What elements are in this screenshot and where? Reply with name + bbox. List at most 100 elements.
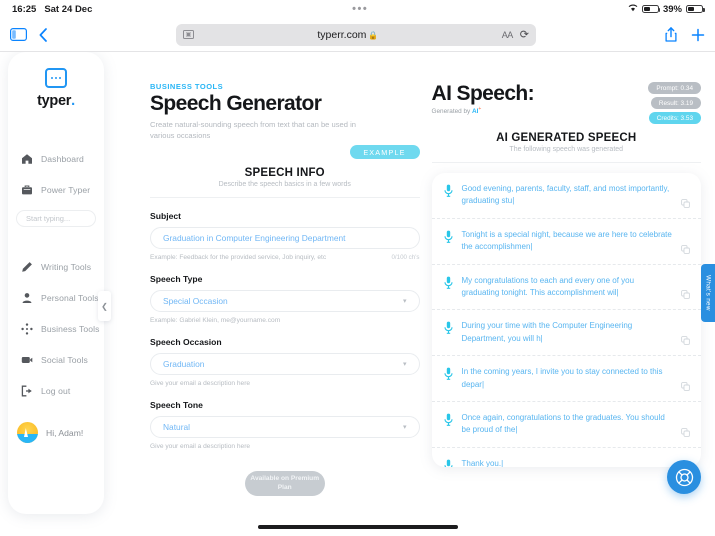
sidebar-item-writing-tools[interactable]: Writing Tools	[8, 251, 104, 282]
url-text: typerr.com 🔒	[317, 28, 379, 41]
list-item[interactable]: My congratulations to each and every one…	[431, 265, 701, 311]
generated-by-label: Generated by AI+	[431, 106, 482, 116]
field-hint-row: Give your email a description here	[150, 443, 420, 450]
sidebar-item-power-typer[interactable]: Power Typer	[8, 174, 104, 205]
sidebar-item-label: Writing Tools	[41, 261, 92, 272]
sidebar-item-business-tools[interactable]: Business Tools	[8, 313, 104, 344]
speech-results-card: Good evening, parents, faculty, staff, a…	[431, 173, 702, 467]
status-badge: Prompt: 0.34	[648, 82, 701, 94]
copy-icon[interactable]	[681, 244, 690, 254]
list-item[interactable]: Tonight is a special night, because we a…	[431, 219, 701, 265]
back-button[interactable]	[39, 27, 47, 42]
sidebar-search-input[interactable]: Start typing...	[16, 210, 96, 227]
sidebar-item-label: Social Tools	[41, 354, 88, 365]
copy-icon[interactable]	[681, 198, 690, 208]
speech-line: Good evening, parents, faculty, staff, a…	[461, 184, 670, 206]
field-label: Speech Type	[150, 274, 203, 285]
chevron-left-icon: ❮	[101, 301, 108, 311]
user-greeting: Hi, Adam!	[46, 427, 84, 438]
microphone-icon	[443, 276, 453, 289]
field-hint-row: Example: Gabriel Klein, me@yourname.com	[150, 317, 420, 324]
speech-line: In the coming years, I invite you to sta…	[461, 367, 663, 389]
list-item[interactable]: Thank you.|	[432, 448, 702, 467]
briefcase-icon	[21, 184, 33, 196]
ai-generated-header: AI GENERATED SPEECH The following speech…	[432, 132, 702, 153]
sidebar-item-dashboard[interactable]: Dashboard	[8, 143, 104, 174]
field-subject: Subject Graduation in Computer Engineeri…	[150, 211, 420, 261]
microphone-icon	[443, 184, 453, 197]
help-button[interactable]	[667, 460, 701, 494]
copy-icon[interactable]	[681, 336, 690, 345]
section-subtitle: The following speech was generated	[509, 146, 624, 153]
usage-badges: Prompt: 0.34 Result: 3.19 Credits: 3.53	[648, 82, 701, 124]
new-tab-icon[interactable]	[691, 28, 705, 42]
avatar	[17, 422, 38, 443]
subject-input[interactable]: Graduation in Computer Engineering Depar…	[150, 227, 420, 250]
sidebar-item-label: Log out	[41, 385, 71, 396]
status-center-dots: •••	[352, 3, 369, 15]
speech-tone-select[interactable]: Natural ▾	[150, 416, 420, 439]
breadcrumb: BUSINESS TOOLS	[150, 82, 224, 91]
speech-type-select[interactable]: Special Occasion ▾	[150, 290, 420, 313]
section-title: SPEECH INFO	[244, 167, 325, 180]
status-badge: Result: 3.19	[650, 97, 701, 109]
copy-icon[interactable]	[681, 290, 690, 300]
sidebar-item-label: Dashboard	[41, 153, 84, 164]
example-button[interactable]: EXAMPLE	[349, 145, 420, 160]
logo-mark-icon	[45, 68, 67, 88]
list-item[interactable]: Good evening, parents, faculty, staff, a…	[431, 173, 701, 219]
list-item[interactable]: Once again, congratulations to the gradu…	[431, 402, 701, 448]
home-indicator	[257, 525, 458, 529]
field-hint: Give your email a description here	[150, 380, 251, 388]
field-hint-row: Give your email a description here	[150, 380, 420, 387]
sidebar-item-personal-tools[interactable]: Personal Tools	[8, 282, 104, 313]
app-logo[interactable]: typer.	[8, 68, 104, 109]
input-value: Graduation in Computer Engineering Depar…	[163, 233, 346, 244]
chevron-down-icon: ▾	[402, 298, 407, 306]
field-label: Subject	[150, 211, 182, 222]
list-item[interactable]: In the coming years, I invite you to sta…	[431, 356, 701, 402]
copy-icon[interactable]	[681, 427, 690, 437]
chevron-down-icon: ▾	[402, 424, 407, 432]
person-icon	[21, 292, 33, 304]
section-subtitle: Describe the speech basics in a few word…	[218, 181, 351, 189]
field-hint: Example: Gabriel Klein, me@yourname.com	[150, 317, 281, 325]
network-icon	[21, 322, 33, 335]
sidebar-search-placeholder: Start typing...	[26, 214, 71, 223]
battery-percent: 39%	[662, 3, 682, 15]
sidebar-item-social-tools[interactable]: Social Tools	[8, 344, 104, 375]
text-size-button[interactable]: AA	[502, 30, 514, 40]
wifi-icon	[628, 4, 638, 14]
main-content: BUSINESS TOOLS Speech Generator Create n…	[112, 52, 715, 536]
address-bar[interactable]: ▣ typerr.com 🔒 AA ⟳	[176, 23, 536, 46]
share-icon[interactable]	[665, 27, 677, 42]
ai-speech-header: AI Speech: Generated by AI+ Prompt: 0.34…	[432, 82, 701, 124]
battery-icon-2	[686, 4, 705, 14]
field-speech-tone: Speech Tone Natural ▾ Give your email a …	[150, 400, 420, 450]
video-icon	[21, 354, 33, 366]
reload-icon[interactable]: ⟳	[520, 28, 529, 41]
lock-icon: 🔒	[368, 30, 379, 40]
field-speech-type: Speech Type Special Occasion ▾ Example: …	[150, 274, 420, 324]
sidebar-toggle-icon[interactable]	[10, 28, 27, 41]
content-blocker-icon[interactable]: ▣	[183, 30, 194, 39]
microphone-icon	[443, 321, 453, 335]
sidebar-collapse-button[interactable]: ❮	[98, 291, 111, 321]
speech-line: Tonight is a special night, because we a…	[461, 229, 672, 252]
whats-new-tab[interactable]: What's new	[701, 264, 715, 322]
ai-speech-title: AI Speech:	[431, 82, 535, 105]
field-hint: Give your email a description here	[150, 443, 251, 451]
sidebar-item-log-out[interactable]: Log out	[8, 375, 104, 406]
status-left: 16:25 Sat 24 Dec	[12, 4, 92, 15]
generate-button[interactable]: Available on Premium Plan	[244, 471, 325, 497]
ai-speech-title-block: AI Speech: Generated by AI+	[432, 82, 535, 115]
logout-icon	[21, 385, 33, 397]
speech-info-header: SPEECH INFO Describe the speech basics i…	[150, 167, 420, 188]
section-title: AI GENERATED SPEECH	[496, 132, 637, 144]
speech-line: During your time with the Computer Engin…	[461, 321, 633, 343]
list-item[interactable]: During your time with the Computer Engin…	[431, 310, 701, 357]
speech-occasion-select[interactable]: Graduation ▾	[150, 353, 420, 376]
sidebar-user-row[interactable]: Hi, Adam!	[8, 422, 104, 443]
copy-icon[interactable]	[681, 382, 690, 391]
sidebar-item-label: Business Tools	[41, 323, 100, 334]
